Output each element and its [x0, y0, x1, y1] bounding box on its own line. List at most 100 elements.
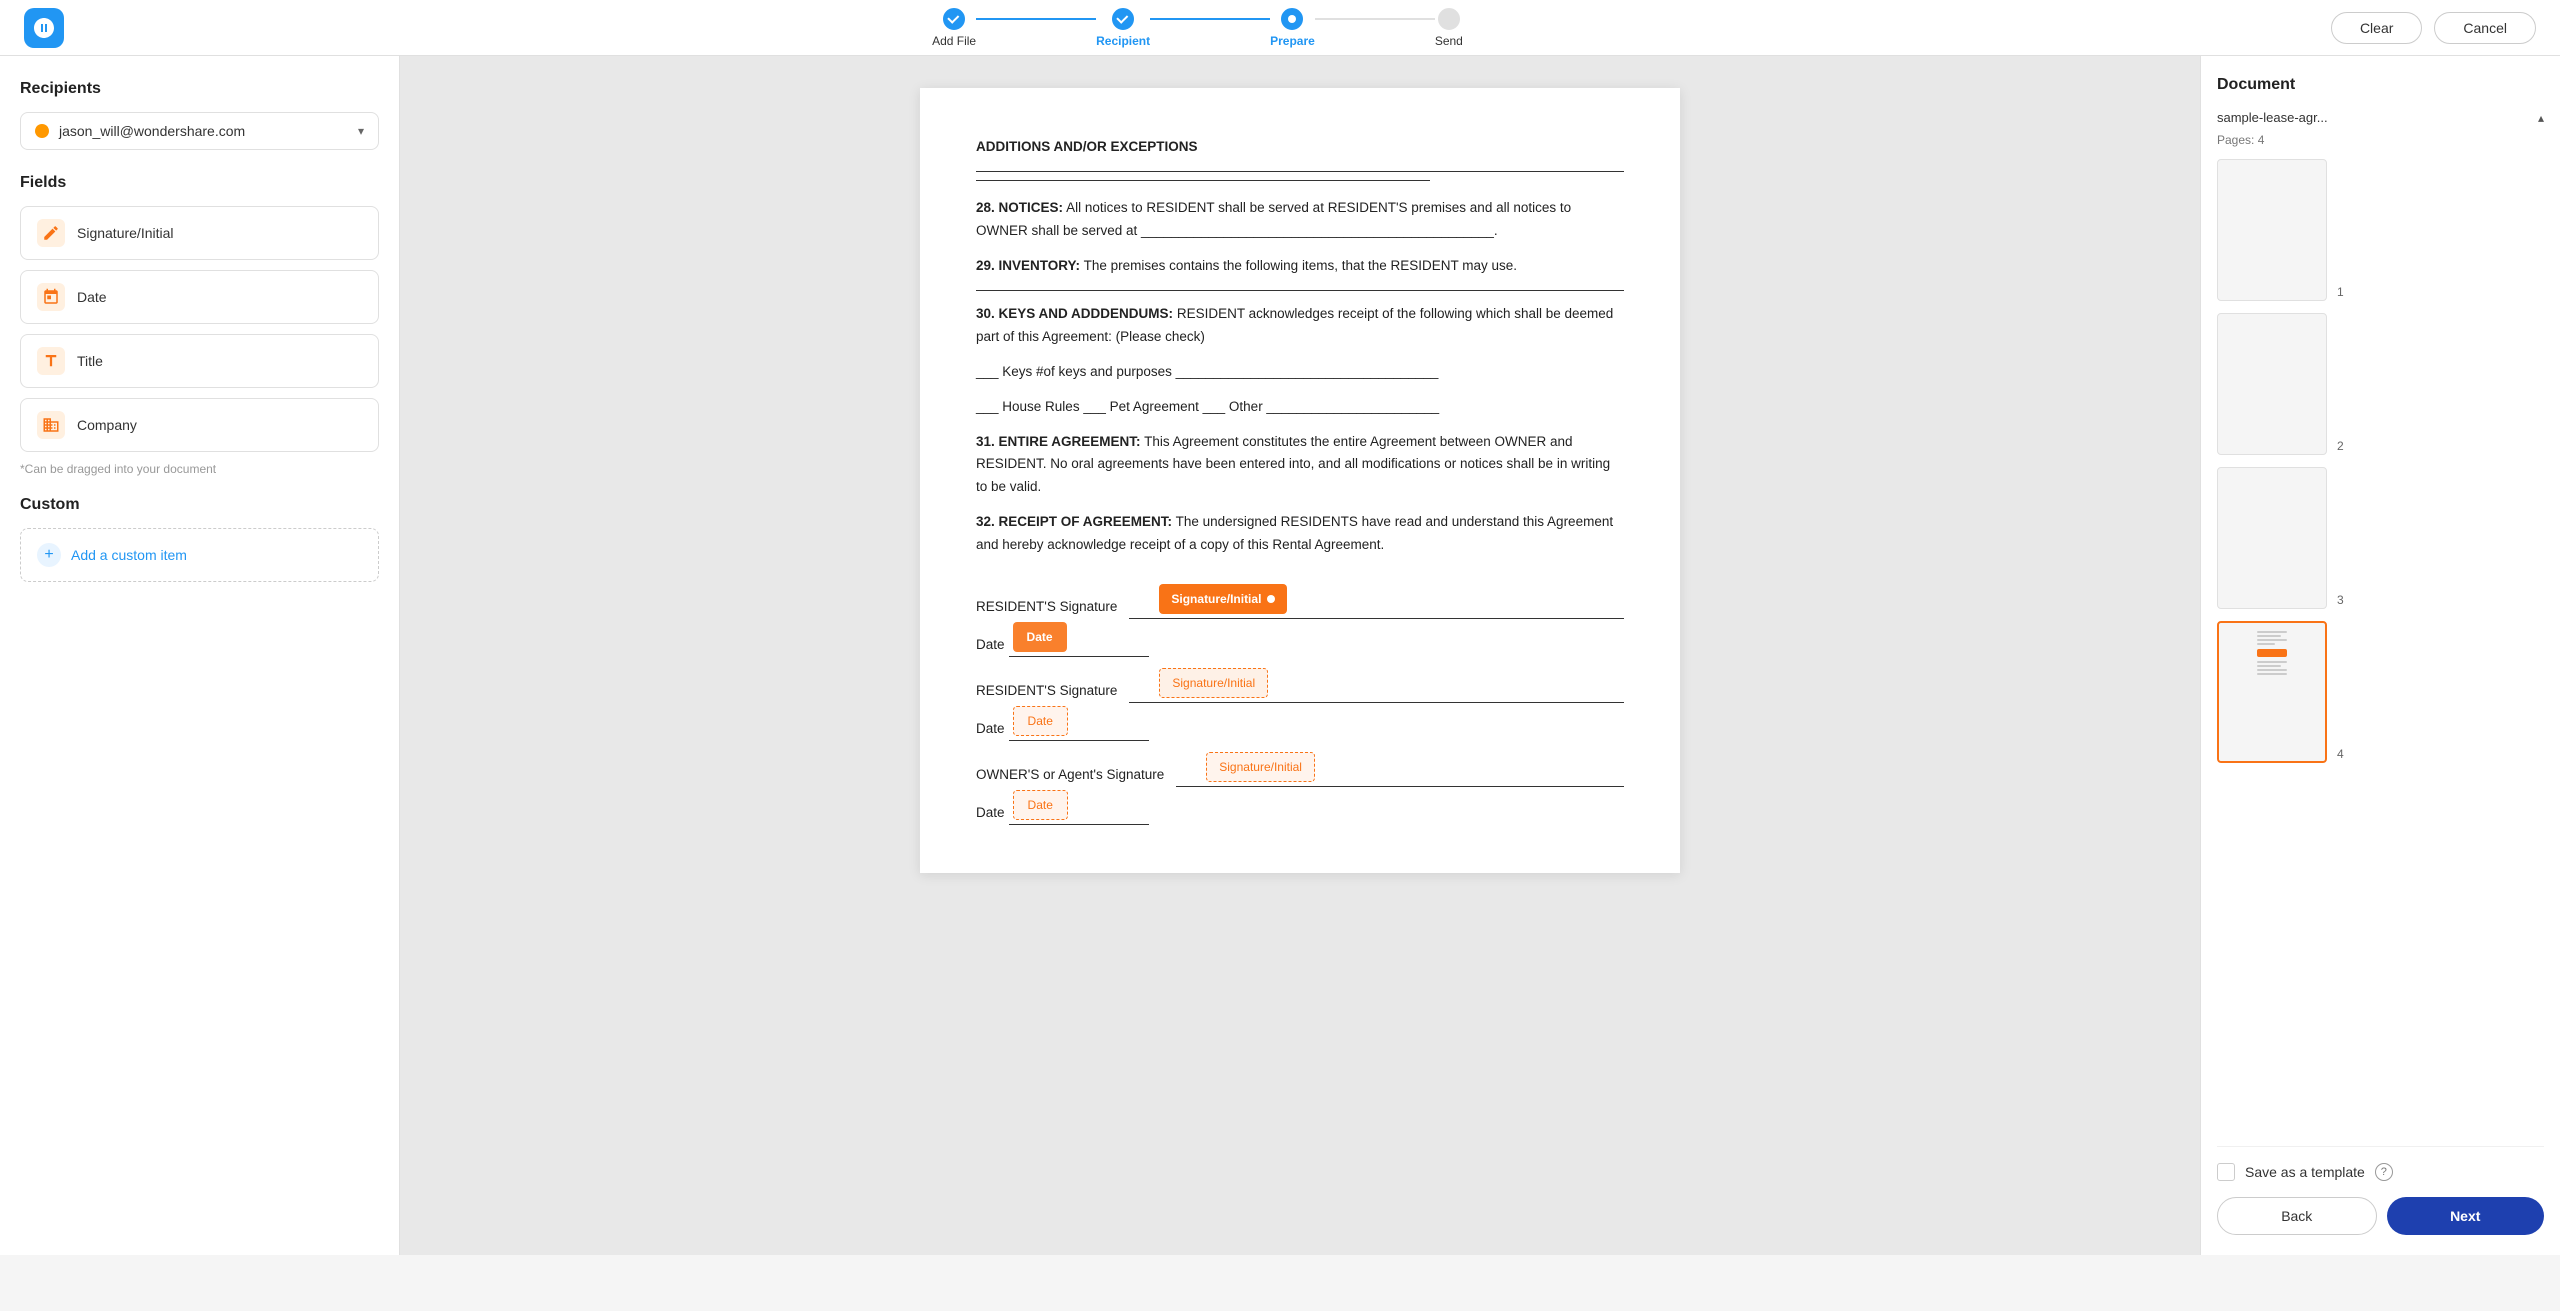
thumb-lines-3 — [2270, 472, 2274, 526]
thumb-page-3[interactable]: 3 — [2217, 467, 2544, 609]
sig-tag-1-label: Signature/Initial — [1171, 589, 1261, 609]
main-layout: Recipients jason_will@wondershare.com ▾ … — [0, 56, 2560, 1255]
resident-sig-label-1: RESIDENT'S Signature — [976, 596, 1117, 619]
field-title[interactable]: Title — [20, 334, 379, 388]
thumb-page-2[interactable]: 2 — [2217, 313, 2544, 455]
section-30-rules: ___ House Rules ___ Pet Agreement ___ Ot… — [976, 396, 1624, 419]
sig-tag-3-label: Signature/Initial — [1219, 760, 1302, 774]
cancel-button[interactable]: Cancel — [2434, 12, 2536, 44]
step-label-prepare: Prepare — [1270, 34, 1315, 48]
owner-sig-label: OWNER'S or Agent's Signature — [976, 764, 1164, 787]
connector-1 — [976, 18, 1096, 20]
recipients-title: Recipients — [20, 80, 379, 98]
step-label-add-file: Add File — [932, 34, 976, 48]
company-field-icon — [37, 411, 65, 439]
drag-hint: *Can be dragged into your document — [20, 462, 379, 476]
date-tag-1[interactable]: Date — [1013, 622, 1067, 652]
step-label-send: Send — [1435, 34, 1463, 48]
thumb-lines-2 — [2270, 318, 2274, 372]
section-31-num: 31. — [976, 434, 995, 449]
add-custom-button[interactable]: + Add a custom item — [20, 528, 379, 582]
thumb-num-1: 1 — [2337, 285, 2344, 299]
recipient-color-dot — [35, 124, 49, 138]
date-field-label: Date — [77, 289, 107, 305]
date-tag-3-label: Date — [1028, 798, 1053, 812]
clear-button[interactable]: Clear — [2331, 12, 2422, 44]
document-area: ADDITIONS AND/OR EXCEPTIONS 28. NOTICES:… — [400, 56, 2200, 1255]
left-sidebar: Recipients jason_will@wondershare.com ▾ … — [0, 56, 400, 1255]
plus-icon: + — [37, 543, 61, 567]
section-29-num: 29. — [976, 258, 995, 273]
thumb-img-4 — [2217, 621, 2327, 763]
section-28-text: All notices to RESIDENT shall be served … — [976, 200, 1571, 238]
thumb-lines-1 — [2270, 164, 2274, 218]
right-panel: Document sample-lease-agr... ▴ Pages: 4 — [2200, 56, 2560, 1255]
step-circle-prepare — [1281, 8, 1303, 30]
step-send[interactable]: Send — [1435, 8, 1463, 48]
save-template-checkbox[interactable] — [2217, 1163, 2235, 1181]
sig-tag-2[interactable]: Signature/Initial — [1159, 668, 1268, 698]
step-add-file[interactable]: Add File — [932, 8, 976, 48]
section-28-bold: NOTICES: — [999, 200, 1064, 215]
field-company[interactable]: Company — [20, 398, 379, 452]
panel-actions: Back Next — [2217, 1197, 2544, 1235]
step-circle-recipient — [1112, 8, 1134, 30]
sig-tag-3[interactable]: Signature/Initial — [1206, 752, 1315, 782]
section-30-bold: KEYS AND ADDDENDUMS: — [999, 306, 1174, 321]
back-button[interactable]: Back — [2217, 1197, 2377, 1235]
section-30-keys: ___ Keys #of keys and purposes _________… — [976, 361, 1624, 384]
sig-tag-dot — [1267, 595, 1275, 603]
recipient-dropdown[interactable]: jason_will@wondershare.com ▾ — [20, 112, 379, 150]
section-28-num: 28. — [976, 200, 995, 215]
chevron-up-icon[interactable]: ▴ — [2538, 111, 2544, 125]
date-label-1: Date — [976, 634, 1005, 657]
add-custom-label: Add a custom item — [71, 547, 187, 563]
recipient-email: jason_will@wondershare.com — [59, 123, 348, 139]
doc-pages-count: Pages: 4 — [2217, 133, 2544, 147]
next-button[interactable]: Next — [2387, 1197, 2545, 1235]
thumb-img-3 — [2217, 467, 2327, 609]
date-tag-3[interactable]: Date — [1013, 790, 1068, 820]
company-field-label: Company — [77, 417, 137, 433]
thumb-page-1[interactable]: 1 — [2217, 159, 2544, 301]
field-date[interactable]: Date — [20, 270, 379, 324]
help-icon[interactable]: ? — [2375, 1163, 2393, 1181]
doc-filename: sample-lease-agr... — [2217, 110, 2328, 125]
step-label-recipient: Recipient — [1096, 34, 1150, 48]
thumb-img-1 — [2217, 159, 2327, 301]
nav-actions: Clear Cancel — [2331, 12, 2536, 44]
chevron-down-icon: ▾ — [358, 124, 364, 138]
sig-tag-1[interactable]: Signature/Initial — [1159, 584, 1287, 614]
step-prepare[interactable]: Prepare — [1270, 8, 1315, 48]
date-field-icon — [37, 283, 65, 311]
doc-thumbs-header: sample-lease-agr... ▴ — [2217, 110, 2544, 125]
section-29-text: The premises contains the following item… — [1084, 258, 1517, 273]
app-logo — [24, 8, 64, 48]
step-recipient[interactable]: Recipient — [1096, 8, 1150, 48]
date-tag-1-label: Date — [1027, 630, 1053, 644]
date-tag-2[interactable]: Date — [1013, 706, 1068, 736]
date-label-3: Date — [976, 802, 1005, 825]
resident-sig-label-2: RESIDENT'S Signature — [976, 680, 1117, 703]
thumbs-list: 1 2 — [2217, 159, 2544, 1130]
section-32-num: 32. — [976, 514, 995, 529]
custom-title: Custom — [20, 496, 379, 514]
step-circle-send — [1438, 8, 1460, 30]
stepper: Add File Recipient Prepare Send — [932, 8, 1463, 48]
doc-panel-title: Document — [2217, 76, 2544, 94]
section-30-num: 30. — [976, 306, 995, 321]
thumb-page-4[interactable]: 4 — [2217, 621, 2544, 763]
field-signature[interactable]: Signature/Initial — [20, 206, 379, 260]
thumb-num-3: 3 — [2337, 593, 2344, 607]
doc-content: ADDITIONS AND/OR EXCEPTIONS 28. NOTICES:… — [976, 136, 1624, 825]
section-29-bold: INVENTORY: — [999, 258, 1081, 273]
fields-title: Fields — [20, 174, 379, 192]
sig-tag-2-label: Signature/Initial — [1172, 676, 1255, 690]
title-field-label: Title — [77, 353, 103, 369]
signature-field-label: Signature/Initial — [77, 225, 174, 241]
save-template-row: Save as a template ? — [2217, 1146, 2544, 1181]
thumb-img-2 — [2217, 313, 2327, 455]
section-32-bold: RECEIPT OF AGREEMENT: — [999, 514, 1173, 529]
thumb-num-2: 2 — [2337, 439, 2344, 453]
thumb-orange-tag — [2257, 649, 2287, 657]
